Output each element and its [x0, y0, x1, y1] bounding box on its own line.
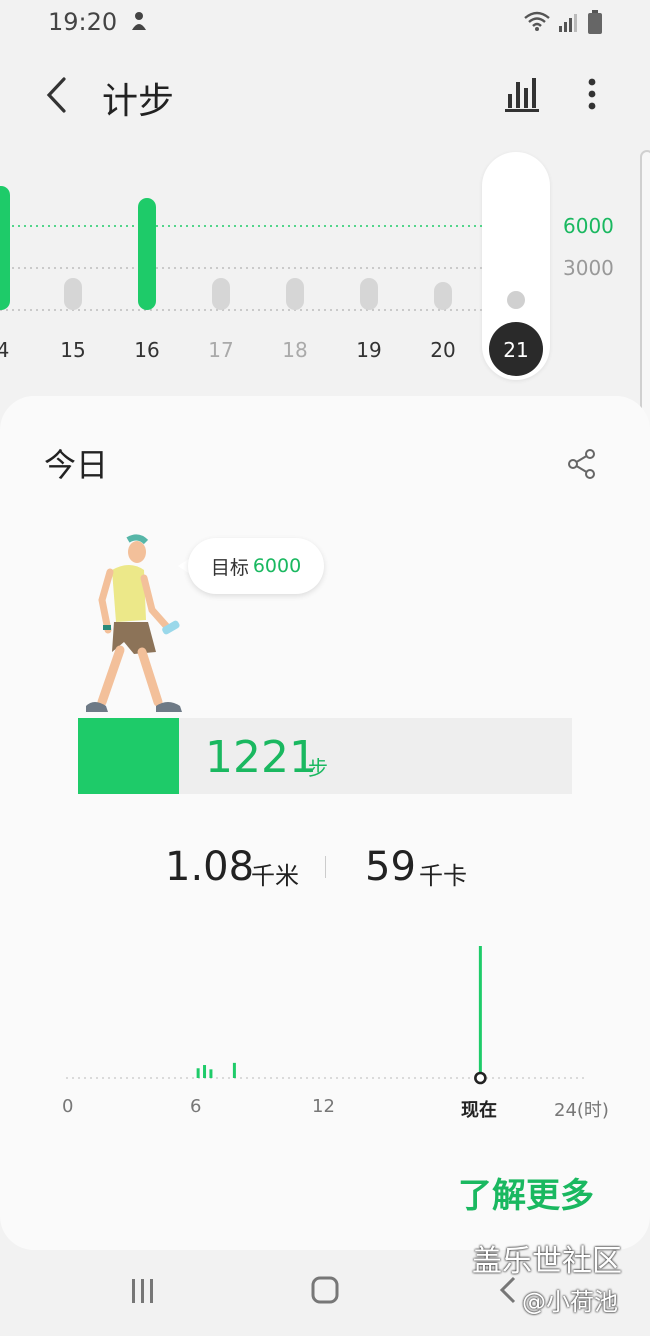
hourly-steps-chart — [66, 946, 584, 1085]
watermark-title: 盖乐世社区 — [472, 1244, 622, 1279]
day-bar-16 — [138, 198, 156, 310]
day-label-selected[interactable]: 21 — [491, 338, 541, 362]
nav-back-icon[interactable] — [496, 1274, 520, 1306]
notification-icon — [132, 12, 146, 30]
calorie-unit: 千卡 — [419, 862, 467, 890]
goal-label-6000: 6000 — [563, 214, 614, 238]
card-title: 今日 — [44, 446, 109, 484]
hourly-bar — [478, 946, 482, 1078]
day-label[interactable]: 19 — [344, 338, 394, 362]
hour-tick-24: 24(时) — [554, 1100, 609, 1121]
hour-tick-6: 6 — [190, 1096, 202, 1117]
hour-tick-0: 0 — [62, 1096, 74, 1117]
day-label[interactable]: 16 — [122, 338, 172, 362]
goal-value: 6000 — [252, 555, 302, 577]
day-bar-18 — [286, 278, 304, 310]
home-icon[interactable] — [310, 1274, 340, 1306]
day-bar-20 — [434, 282, 452, 310]
day-bar-19 — [360, 278, 378, 310]
distance-value: 1.08 — [165, 844, 255, 890]
hourly-bar — [203, 1065, 207, 1078]
steps-unit: 步 — [308, 756, 328, 780]
day-label[interactable]: 17 — [196, 338, 246, 362]
back-button[interactable] — [36, 70, 76, 120]
chevron-left-icon — [46, 77, 66, 113]
goal-bubble: 目标 6000 — [188, 538, 324, 594]
share-icon[interactable] — [566, 448, 598, 480]
more-options-icon[interactable] — [574, 72, 610, 116]
hourly-bar — [209, 1069, 213, 1078]
page-title: 计步 — [102, 81, 175, 122]
status-time: 19:20 — [48, 8, 118, 36]
day-bar-21 — [507, 291, 525, 309]
goal-label-3000: 3000 — [563, 256, 614, 280]
steps-progress-fill — [78, 718, 179, 794]
steps-value: 1221 — [205, 732, 317, 783]
wifi-icon — [524, 11, 550, 31]
day-label[interactable]: 18 — [270, 338, 320, 362]
bar-chart-icon[interactable] — [500, 72, 544, 116]
day-bar-15 — [64, 278, 82, 310]
hourly-bar — [232, 1062, 236, 1078]
hour-tick-now: 现在 — [461, 1100, 497, 1121]
distance-unit: 千米 — [251, 862, 299, 890]
stat-divider — [325, 856, 326, 878]
hour-tick-12: 12 — [312, 1096, 335, 1117]
goal-prefix: 目标 — [210, 556, 249, 579]
calorie-value: 59 — [365, 844, 416, 890]
hourly-bar — [196, 1068, 200, 1078]
scroll-indicator — [640, 150, 650, 442]
recents-icon[interactable] — [128, 1276, 158, 1306]
day-bar-14 — [0, 186, 10, 310]
battery-icon — [588, 10, 602, 34]
watermark-user: @小荷池 — [522, 1288, 618, 1316]
day-label[interactable]: 20 — [418, 338, 468, 362]
today-card — [0, 396, 650, 1250]
signal-icon — [559, 14, 577, 32]
learn-more-link[interactable]: 了解更多 — [458, 1168, 594, 1217]
now-marker — [474, 1071, 487, 1085]
day-bar-17 — [212, 278, 230, 310]
walking-person-illustration — [86, 534, 182, 712]
day-label[interactable]: 15 — [48, 338, 98, 362]
day-label[interactable]: 4 — [0, 338, 28, 362]
